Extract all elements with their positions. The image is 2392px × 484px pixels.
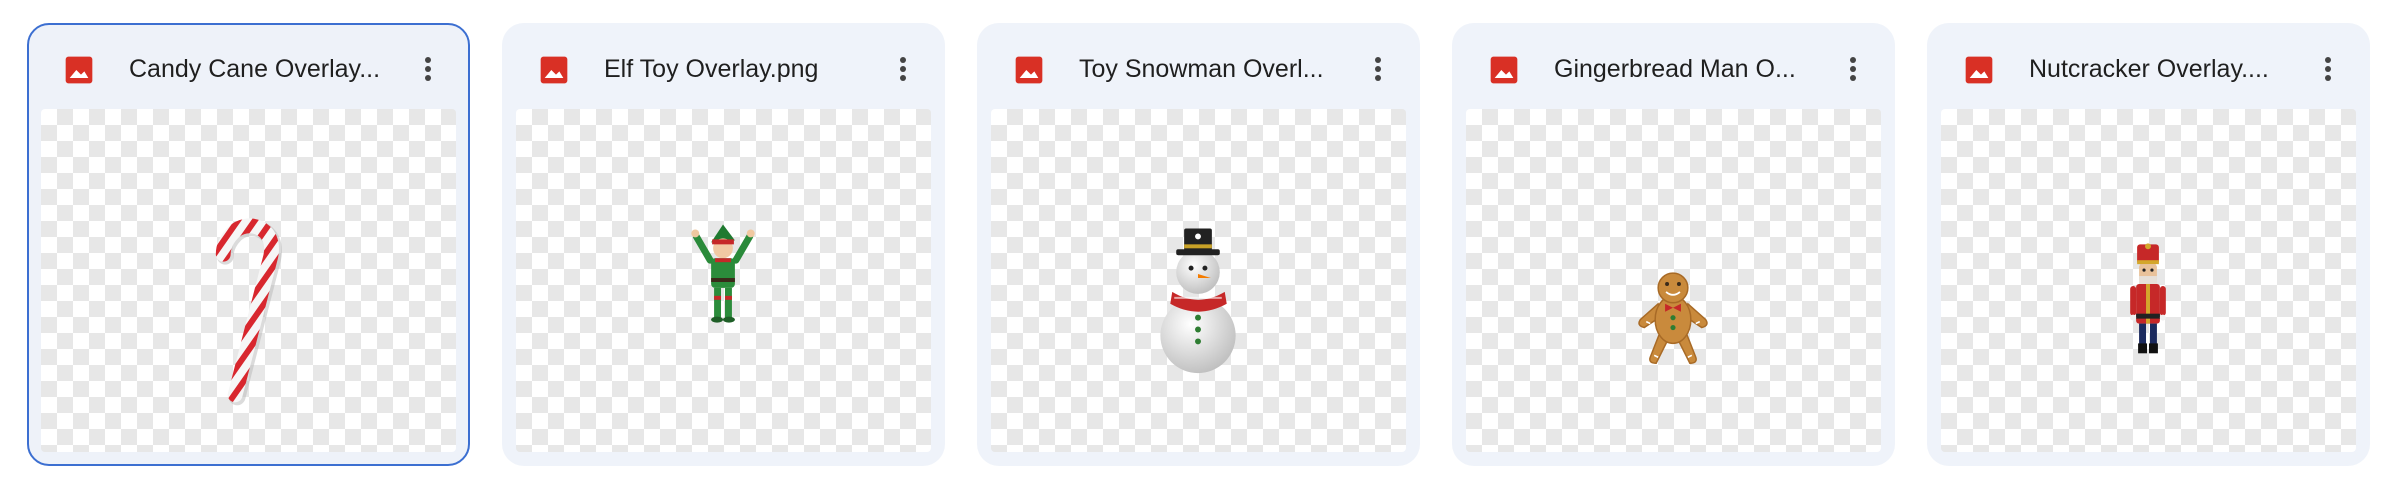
more-options-button[interactable] xyxy=(883,47,923,91)
candy-cane-image xyxy=(215,218,282,406)
more-options-button[interactable] xyxy=(1833,47,1873,91)
file-card-elf-toy[interactable]: Elf Toy Overlay.png xyxy=(502,23,945,466)
file-card-header: Candy Cane Overlay... xyxy=(29,25,468,109)
file-name: Nutcracker Overlay.... xyxy=(2029,55,2269,83)
more-vert-icon xyxy=(425,57,431,81)
file-card-candy-cane[interactable]: Candy Cane Overlay... xyxy=(27,23,470,466)
file-name: Toy Snowman Overl... xyxy=(1079,55,1324,83)
snowman-image xyxy=(1160,228,1236,374)
file-preview[interactable] xyxy=(41,109,456,452)
file-preview[interactable] xyxy=(991,109,1406,452)
image-file-icon xyxy=(540,56,568,84)
file-card-header: Gingerbread Man O... xyxy=(1454,25,1893,109)
image-file-icon xyxy=(65,56,93,84)
file-preview[interactable] xyxy=(1466,109,1881,452)
file-card-header: Elf Toy Overlay.png xyxy=(504,25,943,109)
file-name: Elf Toy Overlay.png xyxy=(604,55,819,83)
file-card-nutcracker[interactable]: Nutcracker Overlay.... xyxy=(1927,23,2370,466)
image-file-icon xyxy=(1015,56,1043,84)
file-card-header: Nutcracker Overlay.... xyxy=(1929,25,2368,109)
more-vert-icon xyxy=(1850,57,1856,81)
more-vert-icon xyxy=(1375,57,1381,81)
gingerbread-man-image xyxy=(1638,272,1708,364)
image-file-icon xyxy=(1965,56,1993,84)
file-card-toy-snowman[interactable]: Toy Snowman Overl... xyxy=(977,23,1420,466)
file-preview[interactable] xyxy=(516,109,931,452)
file-name: Gingerbread Man O... xyxy=(1554,55,1796,83)
file-name: Candy Cane Overlay... xyxy=(129,55,381,83)
more-vert-icon xyxy=(2325,57,2331,81)
file-grid: Candy Cane Overlay... Elf Toy Overlay.pn… xyxy=(27,23,2370,466)
file-card-header: Toy Snowman Overl... xyxy=(979,25,1418,109)
elf-toy-image xyxy=(691,224,755,323)
more-options-button[interactable] xyxy=(408,47,448,91)
file-card-gingerbread-man[interactable]: Gingerbread Man O... xyxy=(1452,23,1895,466)
file-preview[interactable] xyxy=(1941,109,2356,452)
nutcracker-image xyxy=(2130,243,2166,354)
more-options-button[interactable] xyxy=(2308,47,2348,91)
more-options-button[interactable] xyxy=(1358,47,1398,91)
image-file-icon xyxy=(1490,56,1518,84)
more-vert-icon xyxy=(900,57,906,81)
